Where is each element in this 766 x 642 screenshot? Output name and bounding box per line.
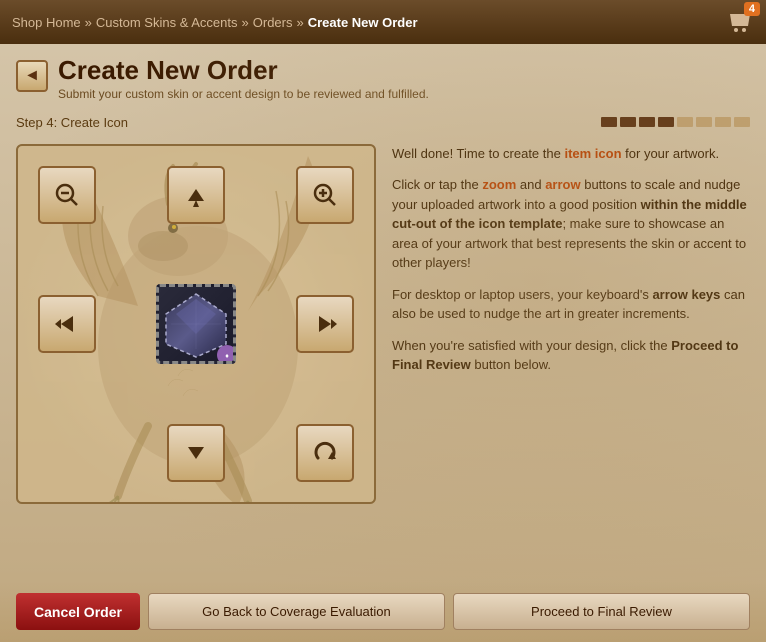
- move-up-button[interactable]: [167, 166, 225, 224]
- zoom-in-button[interactable]: [296, 166, 354, 224]
- breadcrumb-orders[interactable]: Orders: [253, 15, 293, 30]
- instruction-p4: When you're satisfied with your design, …: [392, 336, 750, 375]
- page-header: ◄ Create New Order Submit your custom sk…: [0, 44, 766, 109]
- back-button[interactable]: ◄: [16, 60, 48, 92]
- svg-text:♦: ♦: [225, 353, 229, 360]
- zoom-out-icon: [53, 181, 81, 209]
- highlight-arrow: arrow: [545, 177, 580, 192]
- breadcrumb-current: Create New Order: [308, 15, 418, 30]
- breadcrumb-custom-skins[interactable]: Custom Skins & Accents: [96, 15, 238, 30]
- highlight-position: within the middle cut-out of the icon te…: [392, 197, 747, 232]
- rotate-button[interactable]: [296, 424, 354, 482]
- breadcrumb-sep1: »: [85, 15, 92, 30]
- highlight-proceed: Proceed to Final Review: [392, 338, 738, 373]
- breadcrumb-sep3: »: [296, 15, 303, 30]
- proceed-button[interactable]: Proceed to Final Review: [453, 593, 750, 630]
- rotate-icon: [310, 438, 340, 468]
- highlight-keyboard: arrow keys: [652, 287, 720, 302]
- badge-icon: ♦: [221, 349, 233, 361]
- left-arrow-icon: [51, 308, 83, 340]
- top-navigation: Shop Home » Custom Skins & Accents » Ord…: [0, 0, 766, 44]
- instruction-p3: For desktop or laptop users, your keyboa…: [392, 285, 750, 324]
- step-dot-6: [696, 117, 712, 127]
- zoom-out-button[interactable]: [38, 166, 96, 224]
- step-dot-5: [677, 117, 693, 127]
- move-left-button[interactable]: [38, 295, 96, 353]
- go-back-button[interactable]: Go Back to Coverage Evaluation: [148, 593, 445, 630]
- icon-preview-box: ♦: [156, 284, 236, 364]
- page-title: Create New Order: [58, 56, 429, 85]
- main-content: ◄ Create New Order Submit your custom sk…: [0, 44, 766, 642]
- cancel-order-button[interactable]: Cancel Order: [16, 593, 140, 630]
- cart-icon[interactable]: 4: [726, 8, 754, 36]
- zoom-in-icon: [311, 181, 339, 209]
- highlight-item-icon: item icon: [564, 146, 621, 161]
- page-subtitle: Submit your custom skin or accent design…: [58, 87, 429, 101]
- cart-count-badge: 4: [744, 2, 760, 16]
- step-dot-8: [734, 117, 750, 127]
- down-arrow-icon: [180, 437, 212, 469]
- step-dots: [601, 117, 750, 127]
- step-dot-1: [601, 117, 617, 127]
- step-dot-4: [658, 117, 674, 127]
- icon-preview-center: ♦: [156, 284, 236, 364]
- instructions-panel: Well done! Time to create the item icon …: [392, 144, 750, 387]
- highlight-zoom: zoom: [482, 177, 516, 192]
- content-area: ♦: [0, 136, 766, 512]
- breadcrumb: Shop Home » Custom Skins & Accents » Ord…: [12, 15, 418, 30]
- right-arrow-icon: [309, 308, 341, 340]
- breadcrumb-sep2: »: [242, 15, 249, 30]
- move-down-button[interactable]: [167, 424, 225, 482]
- step-dot-7: [715, 117, 731, 127]
- instruction-p1: Well done! Time to create the item icon …: [392, 144, 750, 164]
- breadcrumb-shop-home[interactable]: Shop Home: [12, 15, 81, 30]
- move-right-button[interactable]: [296, 295, 354, 353]
- instruction-p2: Click or tap the zoom and arrow buttons …: [392, 175, 750, 273]
- up-arrow-icon: [180, 179, 212, 211]
- header-text: Create New Order Submit your custom skin…: [58, 56, 429, 101]
- step-label: Step 4: Create Icon: [16, 115, 128, 130]
- icon-badge: ♦: [217, 345, 236, 364]
- step-dot-3: [639, 117, 655, 127]
- icon-editor-panel: ♦: [16, 144, 376, 504]
- footer-buttons: Cancel Order Go Back to Coverage Evaluat…: [0, 581, 766, 642]
- step-dot-2: [620, 117, 636, 127]
- back-arrow-icon: ◄: [24, 67, 40, 85]
- step-row: Step 4: Create Icon: [0, 109, 766, 136]
